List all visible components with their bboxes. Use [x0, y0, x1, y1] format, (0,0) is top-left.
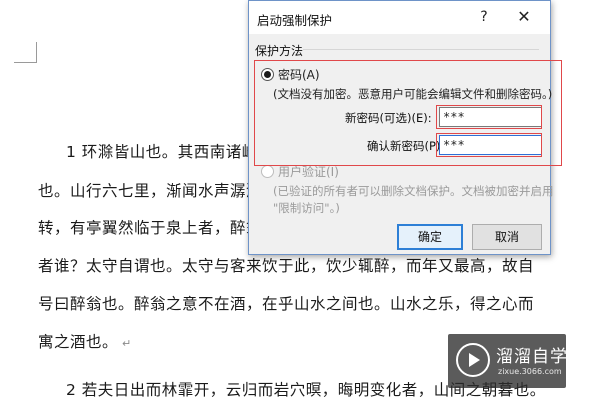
user-auth-description-2: "限制访问"。)	[273, 201, 340, 215]
doc-line-6: 寓之酒也。 ↵	[38, 330, 132, 352]
cancel-button[interactable]: 取消	[472, 224, 542, 250]
paragraph-mark-icon: ↵	[122, 337, 132, 350]
ok-button[interactable]: 确定	[397, 224, 463, 250]
doc-line-4: 者谁？太守自谓也。太守与客来饮于此，饮少辄醉，而年又最高，故自	[38, 257, 535, 275]
help-icon[interactable]: ?	[474, 7, 494, 27]
watermark-subtitle: zixue.3066.com	[498, 367, 562, 376]
page-corner-mark	[14, 42, 37, 63]
doc-line-3: 转，有亭翼然临于泉上者，醉翁	[38, 219, 263, 237]
dialog-titlebar[interactable]: 启动强制保护 ? ✕	[249, 1, 550, 33]
watermark-title: 溜溜自学	[496, 347, 568, 367]
dialog-title: 启动强制保护	[257, 13, 333, 28]
doc-line-5: 号曰醉翁也。醉翁之意不在酒，在乎山水之间也。山水之乐，得之心而	[38, 295, 535, 313]
doc-line-6-text: 寓之酒也。	[38, 333, 119, 351]
doc-line-2: 也。山行六七里，渐闻水声潺潺	[38, 182, 263, 200]
watermark-logo: 溜溜自学 zixue.3066.com	[448, 334, 568, 388]
annotation-box-confirm-password	[436, 133, 542, 157]
annotation-box-new-password	[436, 105, 542, 129]
section-divider	[303, 49, 539, 50]
protection-method-label: 保护方法	[255, 44, 304, 58]
user-auth-description-1: (已验证的所有者可以删除文档保护。文档被加密并启用	[273, 184, 554, 198]
close-icon[interactable]: ✕	[511, 5, 537, 29]
play-icon	[456, 343, 490, 377]
user-auth-radio[interactable]	[261, 165, 274, 178]
doc-line-1: 1 环滁皆山也。其西南诸峰	[66, 143, 258, 161]
